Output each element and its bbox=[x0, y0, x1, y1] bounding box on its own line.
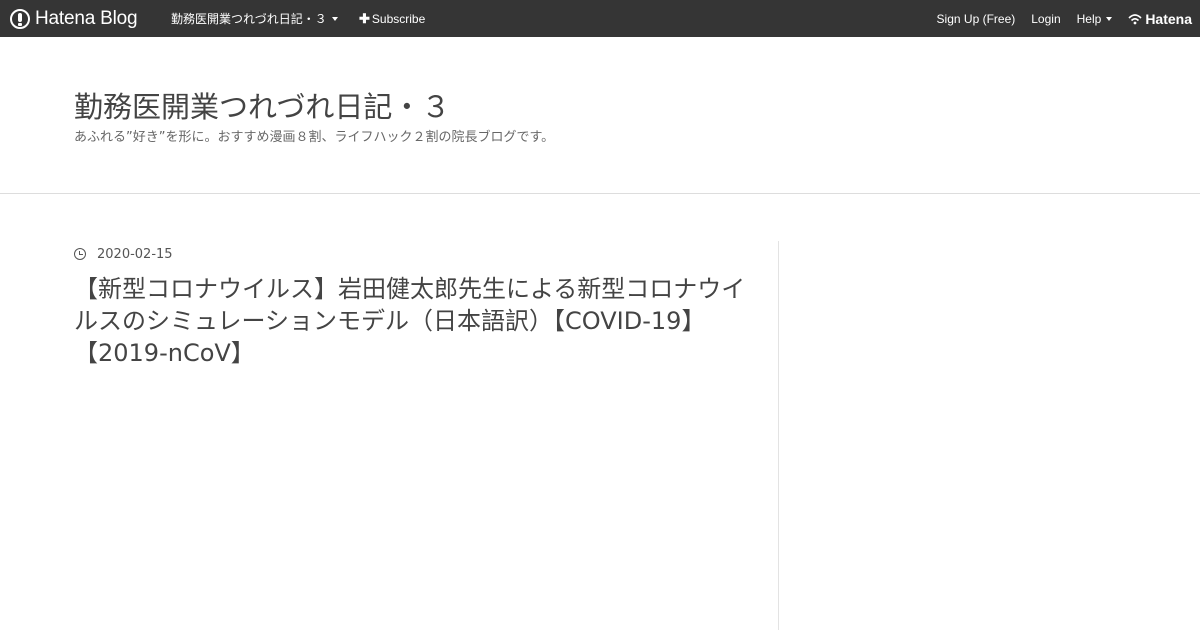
sidebar-divider bbox=[778, 241, 779, 630]
blog-menu-label: 勤務医開業つれづれ日記・３ bbox=[171, 12, 327, 26]
login-link[interactable]: Login bbox=[1031, 12, 1060, 26]
subscribe-label: Subscribe bbox=[371, 11, 426, 26]
top-right-nav: Sign Up (Free) Login Help Hatena bbox=[921, 0, 1192, 37]
entry-date[interactable]: 2020-02-15 bbox=[74, 245, 173, 263]
clock-icon bbox=[74, 248, 86, 260]
entry-date-text: 2020-02-15 bbox=[97, 246, 173, 262]
hatena-wordmark: Hatena bbox=[1145, 10, 1192, 27]
signup-link[interactable]: Sign Up (Free) bbox=[937, 12, 1016, 26]
subscribe-button[interactable]: ✚ Subscribe bbox=[359, 0, 425, 37]
hatena-logo-link[interactable]: Hatena bbox=[1128, 11, 1192, 27]
brand-text: Hatena Blog bbox=[35, 7, 138, 29]
hatena-blog-brand[interactable]: Hatena Blog bbox=[10, 0, 138, 37]
help-label: Help bbox=[1076, 11, 1102, 26]
blog-menu-dropdown[interactable]: 勤務医開業つれづれ日記・３ bbox=[171, 0, 338, 37]
blog-title[interactable]: 勤務医開業つれづれ日記・３ bbox=[74, 84, 450, 126]
hatena-wifi-icon bbox=[1128, 13, 1142, 24]
help-dropdown[interactable]: Help bbox=[1077, 12, 1113, 26]
entry-title[interactable]: 【新型コロナウイルス】岩田健太郎先生による新型コロナウイルスのシミュレーションモ… bbox=[74, 273, 754, 369]
hatena-blog-logo-icon bbox=[10, 8, 30, 29]
chevron-down-icon bbox=[331, 16, 338, 21]
chevron-down-icon bbox=[1106, 16, 1113, 21]
blog-description: あふれる”好き”を形に。おすすめ漫画８割、ライフハック２割の院長ブログです。 bbox=[74, 130, 555, 145]
top-navigation-bar: Hatena Blog 勤務医開業つれづれ日記・３ ✚ Subscribe Si… bbox=[0, 0, 1200, 37]
blog-header: 勤務医開業つれづれ日記・３ あふれる”好き”を形に。おすすめ漫画８割、ライフハッ… bbox=[0, 37, 1200, 194]
plus-icon: ✚ bbox=[359, 10, 370, 26]
